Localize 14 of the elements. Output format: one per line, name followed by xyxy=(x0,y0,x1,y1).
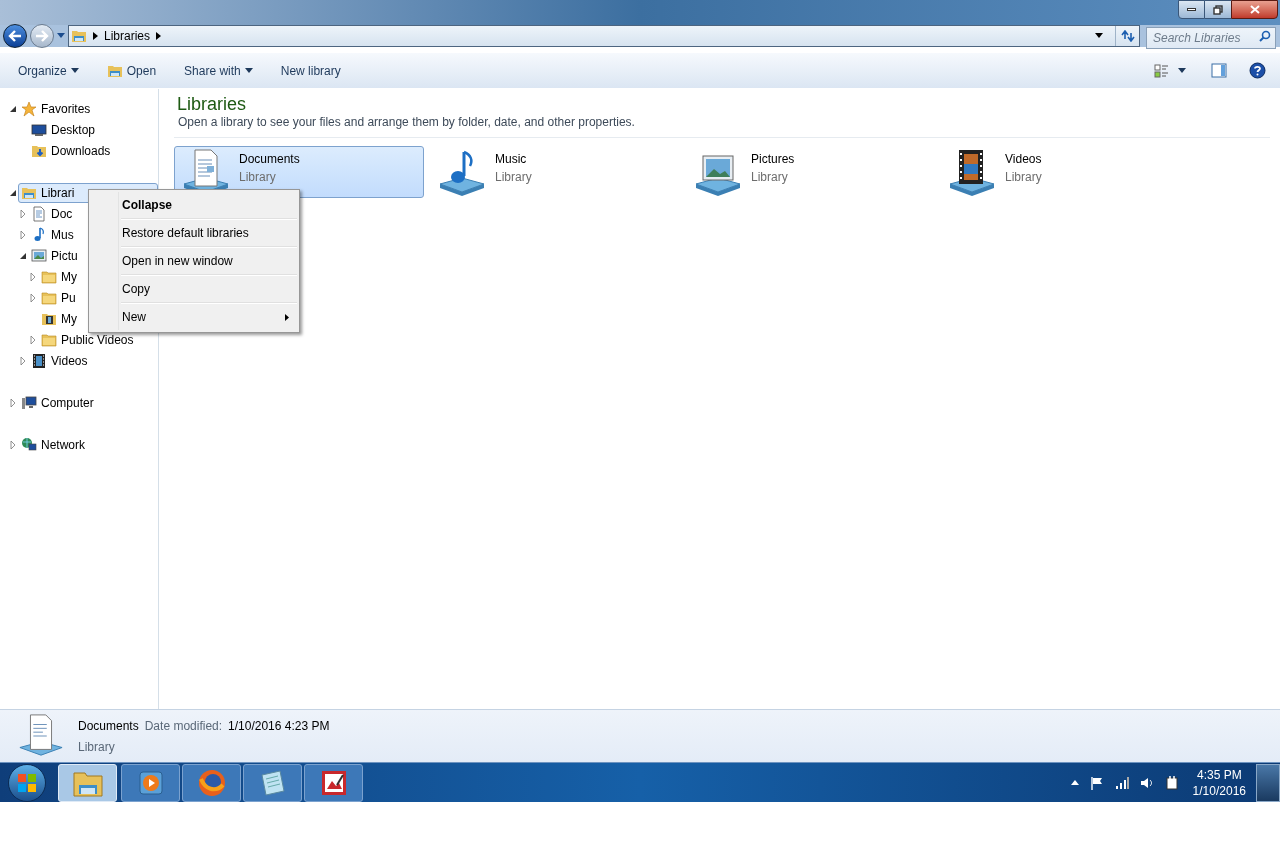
library-type: Library xyxy=(239,169,277,186)
library-name: Documents xyxy=(239,151,300,168)
library-type: Library xyxy=(751,169,789,186)
item-type: Library xyxy=(78,738,116,756)
library-type: Library xyxy=(1005,169,1042,186)
library-name: Music xyxy=(495,151,528,168)
library-type: Library xyxy=(495,169,532,186)
page-description: Open a library to see your files and arrange them by folder, date, and other properties. xyxy=(177,115,636,130)
library-name: Videos xyxy=(1005,151,1042,168)
property-value: 1/10/2016 4:23 PM xyxy=(228,717,330,735)
item-name: Documents xyxy=(78,717,139,735)
library-name: Pictures xyxy=(751,151,795,168)
property-label: Date modified: xyxy=(144,717,223,735)
page-title: Libraries xyxy=(176,93,248,115)
